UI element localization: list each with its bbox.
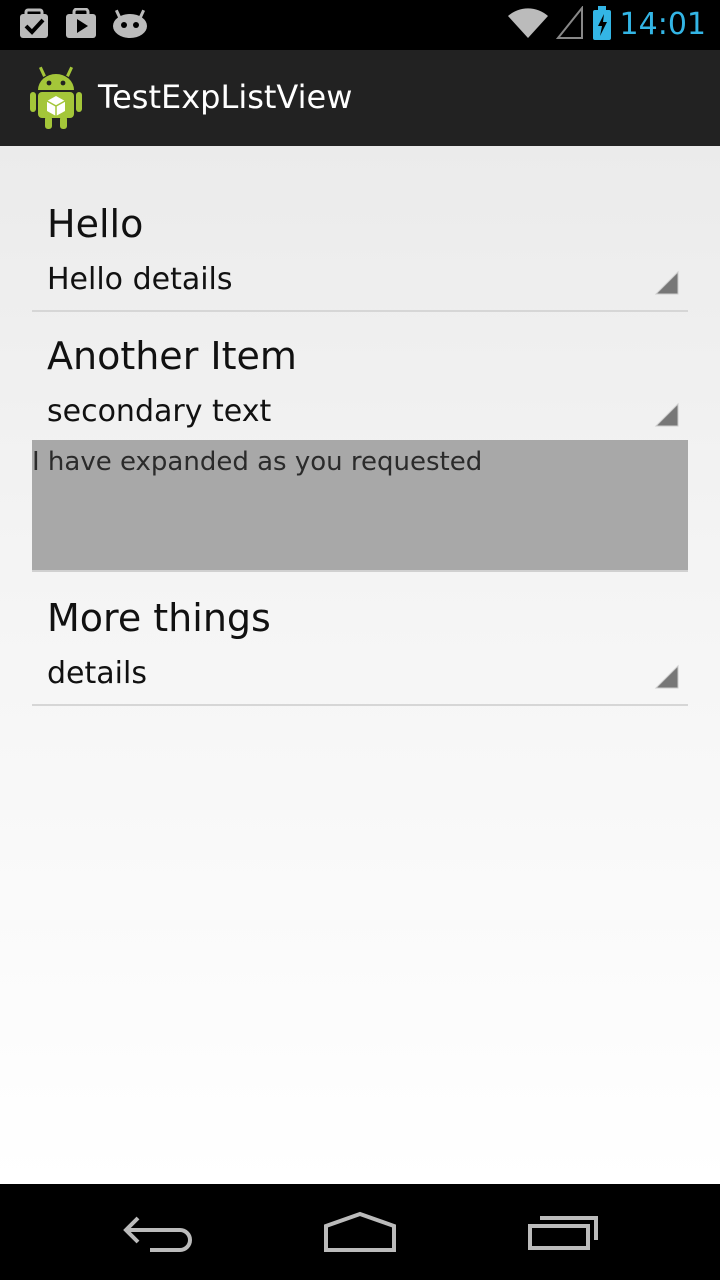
android-debug-icon	[112, 8, 148, 44]
expand-indicator-icon	[654, 402, 680, 428]
back-icon[interactable]	[120, 1210, 200, 1254]
battery-charging-icon	[592, 6, 612, 44]
status-bar: 14:01	[0, 0, 720, 50]
signal-icon	[555, 5, 584, 44]
android-app-icon[interactable]	[30, 66, 82, 130]
group-detail: details	[47, 656, 147, 691]
expand-indicator-icon	[654, 664, 680, 690]
home-icon[interactable]	[320, 1210, 400, 1254]
list-group-item[interactable]: Another Item secondary text	[32, 310, 688, 444]
play-store-icon	[64, 7, 98, 44]
list-child-item[interactable]: I have expanded as you requested	[32, 440, 688, 572]
list-group-item[interactable]: More things details	[32, 572, 688, 706]
group-title: Another Item	[47, 334, 297, 378]
checkbox-icon	[18, 8, 50, 44]
group-detail: secondary text	[47, 394, 272, 429]
child-text: I have expanded as you requested	[32, 447, 483, 477]
group-title: More things	[47, 596, 271, 640]
expand-indicator-icon	[654, 270, 680, 296]
action-bar: TestExpListView	[0, 50, 720, 147]
recent-apps-icon[interactable]	[522, 1210, 602, 1254]
expandable-list[interactable]: Hello Hello details Another Item seconda…	[0, 146, 720, 1184]
navigation-bar	[0, 1184, 720, 1280]
group-detail: Hello details	[47, 262, 233, 297]
list-group-item[interactable]: Hello Hello details	[32, 178, 688, 312]
wifi-icon	[507, 6, 548, 44]
group-title: Hello	[47, 202, 144, 246]
app-title: TestExpListView	[98, 78, 353, 116]
status-clock: 14:01	[619, 7, 706, 42]
